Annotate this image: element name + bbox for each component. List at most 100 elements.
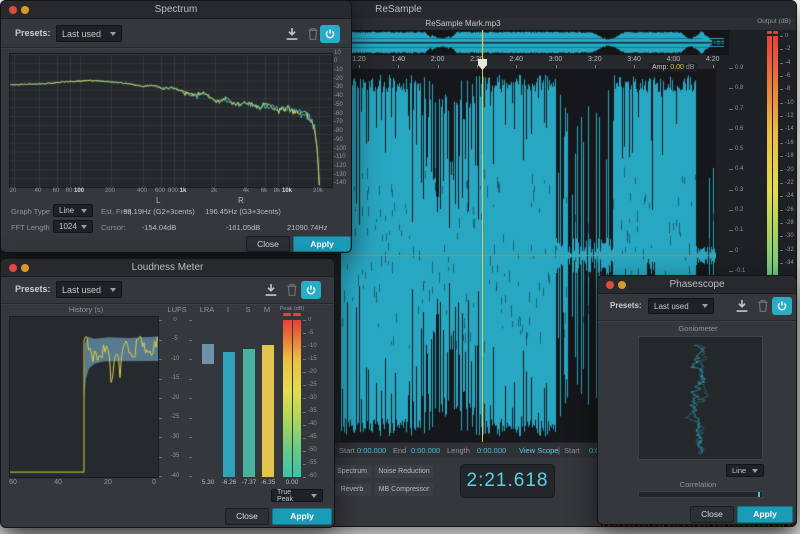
- spectrum-x-tick-label: 20k: [306, 188, 330, 194]
- phasescope-titlebar[interactable]: Phasescope: [598, 276, 796, 294]
- lufs-scale-tick: [159, 437, 162, 438]
- ruler-tick-label: 2:00: [423, 56, 453, 63]
- close-button[interactable]: Close: [690, 506, 734, 523]
- cursor-freq-value: 21090.74Hz: [287, 223, 347, 232]
- panel-title: Spectrum: [1, 4, 351, 15]
- spectrum-y-tick-label: -30: [334, 84, 343, 90]
- peak-scale-tick: [303, 333, 306, 334]
- clip-led-right[interactable]: [773, 31, 778, 34]
- apply-button[interactable]: Apply: [293, 236, 351, 252]
- status-start-value[interactable]: 0:00.000: [357, 446, 386, 455]
- trash-icon[interactable]: [305, 26, 321, 42]
- output-scale-tick: [780, 143, 783, 144]
- true-peak-dropdown[interactable]: True Peak: [271, 489, 323, 502]
- power-button[interactable]: [301, 281, 321, 299]
- history-x-tick-label: 40: [48, 479, 68, 486]
- loudness-titlebar[interactable]: Loudness Meter: [1, 259, 334, 277]
- integrated-bar: [223, 352, 235, 477]
- tool-reverb-button[interactable]: Reverb: [333, 483, 371, 496]
- amp-scale-label: 0.2: [735, 207, 743, 213]
- close-button[interactable]: Close: [225, 508, 269, 525]
- ruler-tick-mark: [438, 65, 439, 68]
- tool-mb-compressor-button[interactable]: MB Compressor: [375, 483, 433, 496]
- download-icon[interactable]: [284, 26, 300, 42]
- power-button[interactable]: [320, 25, 340, 43]
- playhead-line[interactable]: [482, 30, 483, 442]
- output-scale-label: -2: [785, 46, 790, 52]
- peak-scale-tick: [303, 385, 306, 386]
- output-scale-tick: [780, 63, 783, 64]
- apply-button[interactable]: Apply: [737, 506, 793, 523]
- spectrum-titlebar[interactable]: Spectrum: [1, 1, 351, 19]
- trash-icon[interactable]: [755, 298, 771, 314]
- peak-scale-label: -30: [308, 395, 317, 401]
- output-scale-label: -6: [785, 73, 790, 79]
- spectrum-y-tick-label: -70: [334, 119, 343, 125]
- fft-length-value: 1024: [59, 222, 77, 231]
- view-scope-link[interactable]: View Scope: [519, 446, 558, 455]
- power-button[interactable]: [772, 297, 792, 315]
- caret-down-icon: [702, 304, 708, 308]
- trash-icon[interactable]: [284, 282, 300, 298]
- est-freq-l-value: 98.19Hz (G2+3cents): [119, 207, 199, 216]
- tool-noise-reduction-button[interactable]: Noise Reduction: [375, 465, 433, 478]
- output-scale-tick: [780, 183, 783, 184]
- close-button[interactable]: Close: [246, 236, 290, 252]
- status-start-label: Start: [339, 446, 355, 455]
- peak-scale-tick: [303, 425, 306, 426]
- lufs-scale-tick: [189, 437, 192, 438]
- spectrum-x-tick-label: 20: [1, 188, 25, 194]
- download-icon[interactable]: [263, 282, 279, 298]
- apply-button[interactable]: Apply: [272, 508, 332, 525]
- channel-r-label: R: [238, 196, 244, 205]
- output-scale-label: -8: [785, 86, 790, 92]
- tool-spectrum-button[interactable]: Spectrum: [333, 465, 371, 478]
- fft-length-dropdown[interactable]: 1024: [53, 220, 93, 233]
- presets-dropdown[interactable]: Last used: [648, 298, 714, 314]
- loudness-history-graph[interactable]: [10, 317, 158, 477]
- output-scale-label: -22: [785, 180, 794, 186]
- lufs-scale-tick: [189, 320, 192, 321]
- spectrum-graph[interactable]: [10, 54, 332, 187]
- output-scale-tick: [780, 89, 783, 90]
- lufs-scale-label: -25: [163, 414, 187, 420]
- peak-clip-led-right[interactable]: [293, 313, 301, 316]
- spectrum-x-tick-label: 2k: [202, 188, 226, 194]
- status-end-value[interactable]: 0:00.000: [411, 446, 440, 455]
- line-mode-dropdown[interactable]: Line: [726, 464, 764, 477]
- presets-dropdown[interactable]: Last used: [56, 281, 122, 298]
- lufs-scale-label: -35: [163, 453, 187, 459]
- output-scale-tick: [780, 263, 783, 264]
- peak-scale-label: -5: [308, 330, 313, 336]
- ruler-tick-label: 3:00: [541, 56, 571, 63]
- output-scale-label: -24: [785, 193, 794, 199]
- graph-type-dropdown[interactable]: Line: [53, 204, 93, 217]
- peak-scale-label: -55: [308, 460, 317, 466]
- spectrum-x-tick-label: 100: [67, 188, 91, 194]
- spectrum-y-tick-label: -120: [334, 163, 346, 169]
- waveform-overview[interactable]: [346, 30, 729, 55]
- amp-scale-label: 0.6: [735, 126, 743, 132]
- ruler-tick-mark: [477, 65, 478, 68]
- amp-scale-label: 0.8: [735, 85, 743, 91]
- lufs-scale-tick: [159, 418, 162, 419]
- presets-dropdown[interactable]: Last used: [56, 25, 122, 42]
- output-scale-label: -34: [785, 260, 794, 266]
- lufs-scale-label: -10: [163, 356, 187, 362]
- output-scale-label: -26: [785, 207, 794, 213]
- spectrum-x-tick-label: 1k: [171, 188, 195, 194]
- status-end-label: End: [393, 446, 406, 455]
- graph-type-label: Graph Type: [11, 207, 50, 216]
- clip-led-left[interactable]: [767, 31, 772, 34]
- status-length-value[interactable]: 0:00.000: [477, 446, 506, 455]
- peak-scale-label: -50: [308, 447, 317, 453]
- lufs-scale-label: -40: [163, 473, 187, 479]
- download-icon[interactable]: [734, 298, 750, 314]
- amp-value[interactable]: 0.00: [670, 64, 684, 71]
- output-scale-label: -14: [785, 126, 794, 132]
- tab-resample-mark[interactable]: ReSample Mark.mp3: [353, 19, 573, 28]
- status-length-label: Length: [447, 446, 470, 455]
- peak-clip-led-left[interactable]: [283, 313, 291, 316]
- ruler-tick-mark: [516, 65, 517, 68]
- amp-scale-label: 0.9: [735, 65, 743, 71]
